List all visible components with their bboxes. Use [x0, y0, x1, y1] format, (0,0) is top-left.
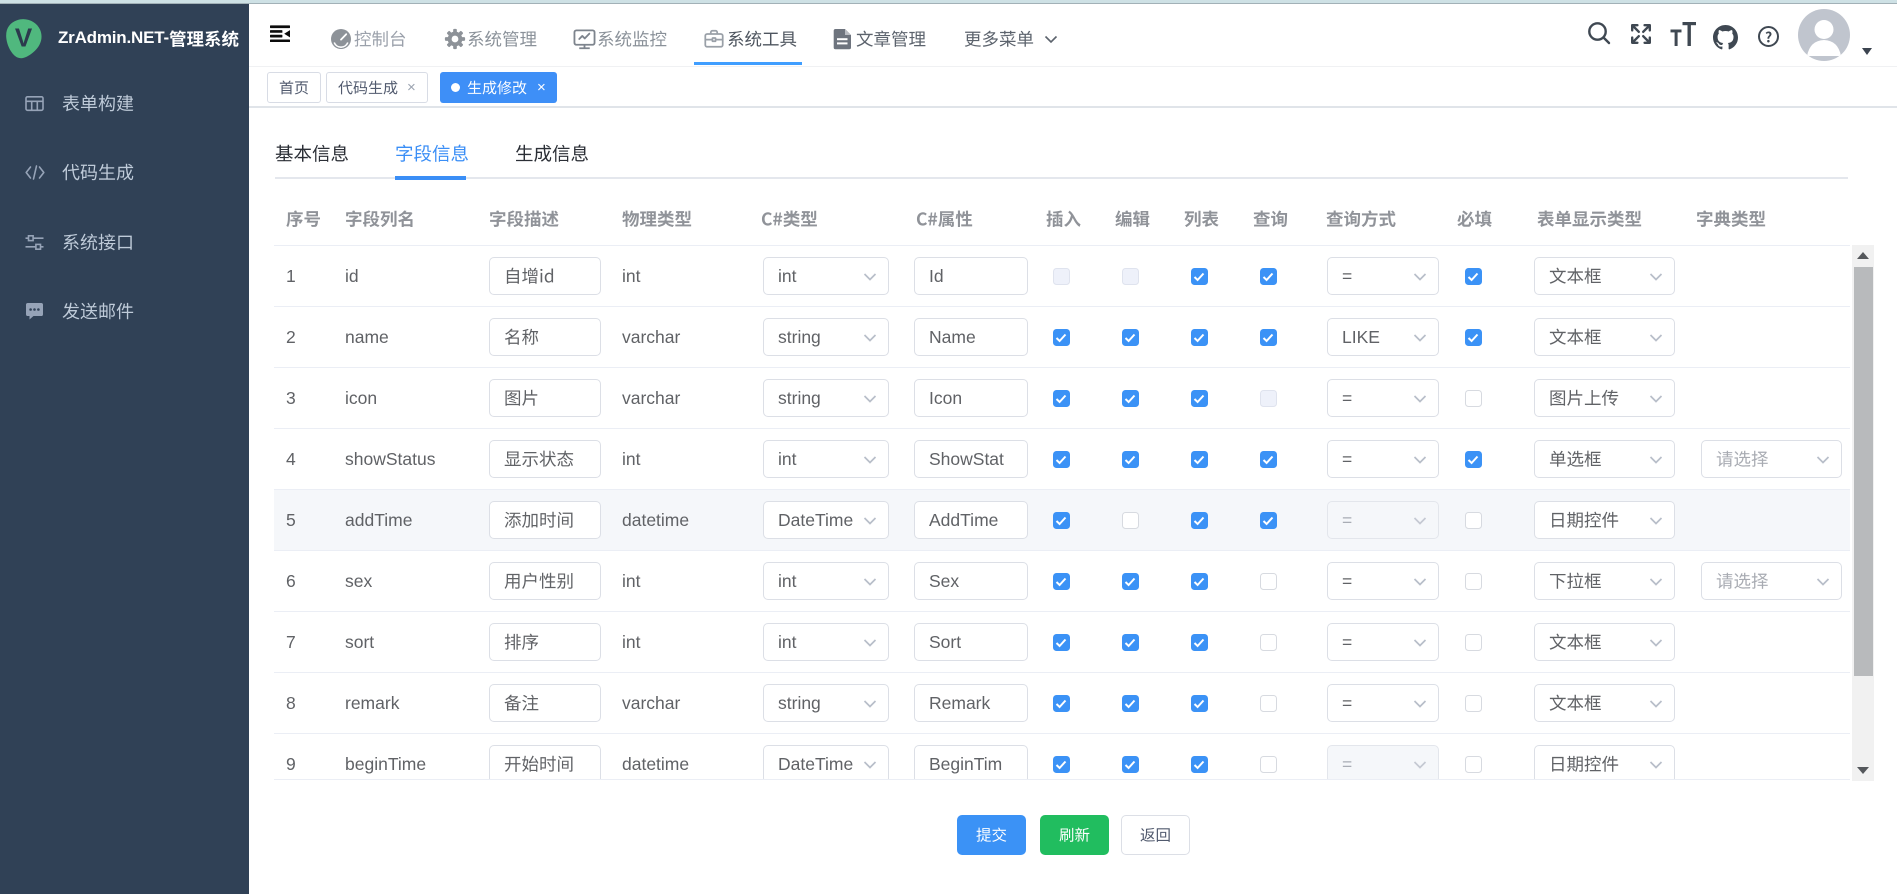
svg-text:V: V: [15, 23, 33, 53]
